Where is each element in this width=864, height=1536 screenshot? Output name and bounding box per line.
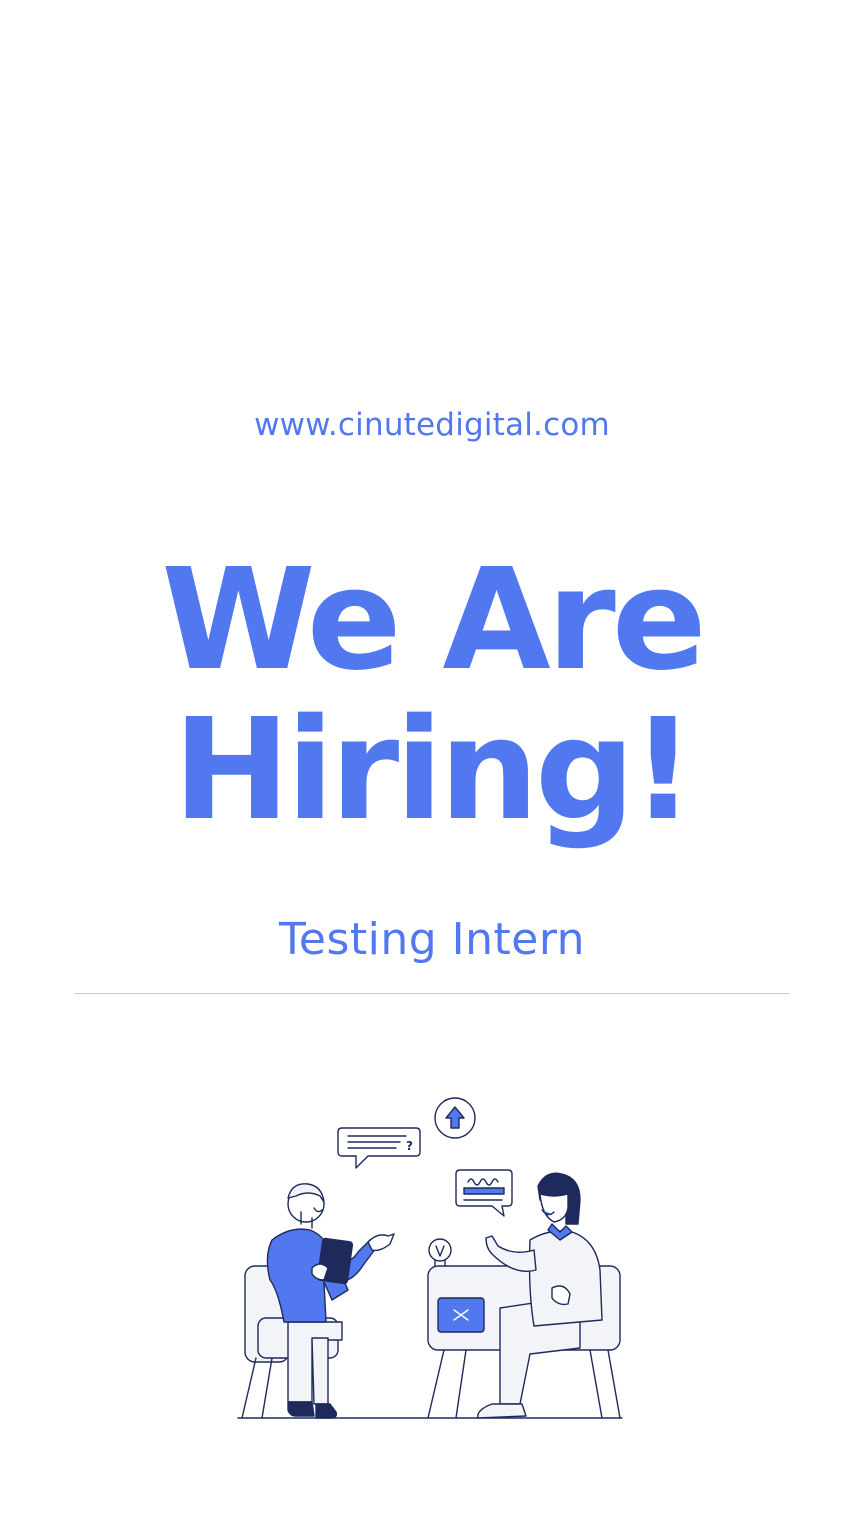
left-person <box>266 1183 395 1419</box>
upload-arrow-icon <box>434 1097 476 1139</box>
interview-illustration: ? <box>237 1097 623 1419</box>
question-speech-bubble-icon: ? <box>337 1127 421 1169</box>
idea-speech-bubble-icon <box>455 1169 513 1217</box>
website-url[interactable]: www.cinutedigital.com <box>0 403 864 447</box>
headline-line-2: Hiring! <box>173 689 695 852</box>
question-mark-text: ? <box>406 1139 413 1153</box>
job-title: Testing Intern <box>278 914 586 965</box>
divider-line <box>74 993 790 994</box>
laptop-icon <box>437 1297 485 1333</box>
left-person-hand <box>367 1233 395 1252</box>
headline-line-1: We Are <box>161 539 706 702</box>
